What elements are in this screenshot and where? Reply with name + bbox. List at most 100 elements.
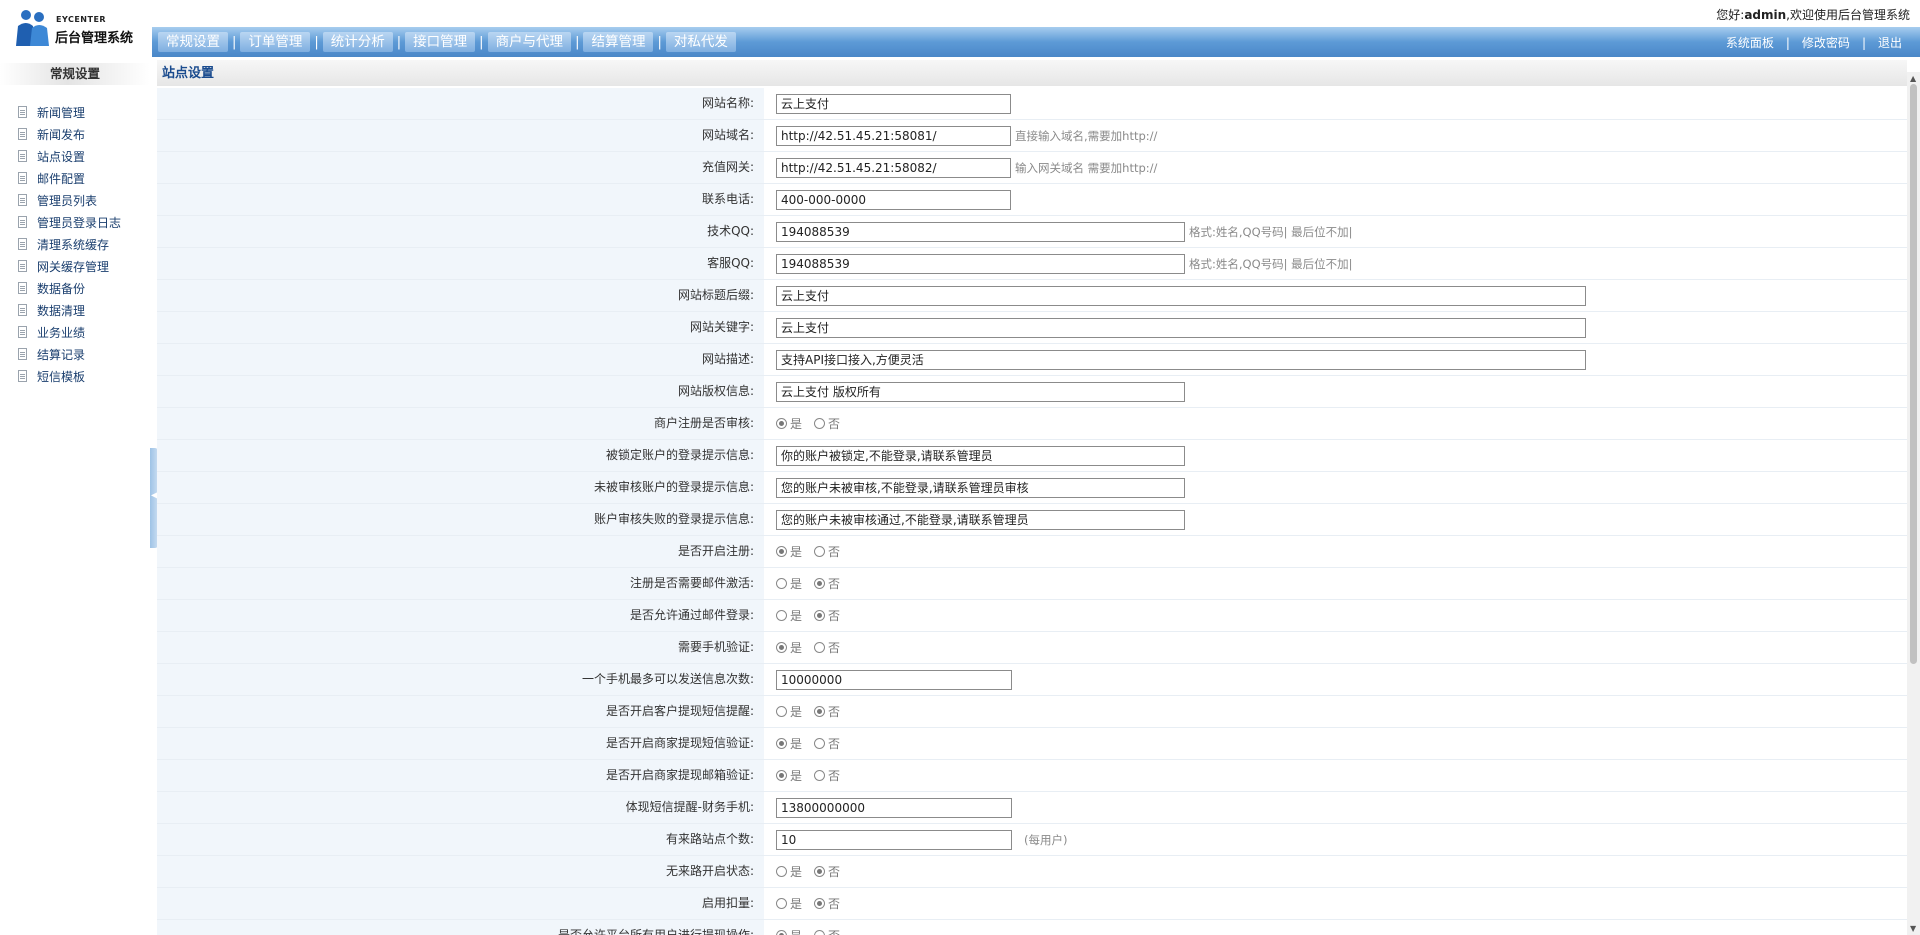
top-menu-item[interactable]: 常规设置 xyxy=(158,32,228,52)
field-value-cell: 格式:姓名,QQ号码| 最后位不加| xyxy=(764,248,1907,279)
text-input[interactable] xyxy=(776,797,1012,818)
radio-option-yes[interactable]: 是 xyxy=(776,863,802,880)
radio-option-yes[interactable]: 是 xyxy=(776,575,802,592)
radio-button-icon[interactable] xyxy=(814,546,826,557)
sidebar-menu: 新闻管理 新闻发布 站点设置邮件配置管理员列表 管理员登录日志 清理系统缓存 网关缓存管理… xyxy=(18,101,121,387)
welcome-prefix: 您好: xyxy=(1716,8,1745,22)
radio-option-no[interactable]: 否 xyxy=(814,767,840,784)
sidebar-item[interactable]: 业务业绩 xyxy=(18,321,121,343)
sidebar-item[interactable]: 管理员登录日志 xyxy=(18,211,121,233)
top-menu-item[interactable]: 订单管理 xyxy=(240,32,311,52)
field-value-cell xyxy=(764,376,1907,407)
text-input[interactable] xyxy=(776,509,1185,530)
radio-option-no[interactable]: 否 xyxy=(814,639,840,656)
field-label: 启用扣量: xyxy=(157,888,764,919)
radio-button-icon[interactable] xyxy=(814,578,826,589)
text-input[interactable] xyxy=(776,349,1586,370)
radio-button-icon[interactable] xyxy=(776,770,787,781)
radio-button-icon[interactable] xyxy=(776,546,787,557)
text-input[interactable] xyxy=(776,189,1011,210)
top-menu-item[interactable]: 对私代发 xyxy=(665,32,736,52)
text-input[interactable] xyxy=(776,445,1185,466)
radio-button-icon[interactable] xyxy=(814,738,826,749)
radio-button-icon[interactable] xyxy=(776,898,787,909)
radio-option-yes[interactable]: 是 xyxy=(776,895,802,912)
menu-separator: | xyxy=(657,34,662,50)
radio-button-icon[interactable] xyxy=(814,770,826,781)
radio-button-icon[interactable] xyxy=(814,930,826,935)
radio-option-yes[interactable]: 是 xyxy=(776,703,802,720)
radio-option-yes[interactable]: 是 xyxy=(776,927,802,935)
radio-option-yes[interactable]: 是 xyxy=(776,639,802,656)
radio-option-no[interactable]: 否 xyxy=(814,543,840,560)
scroll-down-arrow-icon[interactable]: ▼ xyxy=(1910,924,1916,933)
radio-option-yes[interactable]: 是 xyxy=(776,767,802,784)
radio-button-icon[interactable] xyxy=(814,642,826,653)
form-row: 是否开启商家提现邮箱验证: 是否 xyxy=(157,760,1907,792)
radio-option-no[interactable]: 否 xyxy=(814,863,840,880)
radio-button-icon[interactable] xyxy=(814,706,826,717)
text-input[interactable] xyxy=(776,125,1011,146)
form-row: 有来路站点个数: (每用户) xyxy=(157,824,1907,856)
top-menu-item[interactable]: 商户与代理 xyxy=(487,32,572,52)
top-menu-item[interactable]: 结算管理 xyxy=(583,32,654,52)
radio-button-icon[interactable] xyxy=(776,930,787,935)
radio-button-icon[interactable] xyxy=(814,866,826,877)
sidebar-item[interactable]: 清理系统缓存 xyxy=(18,233,121,255)
radio-button-icon[interactable] xyxy=(776,642,787,653)
radio-button-icon[interactable] xyxy=(776,610,787,621)
top-right-link[interactable]: 退出 xyxy=(1878,34,1902,51)
top-right-link[interactable]: 修改密码 xyxy=(1802,34,1850,51)
sidebar-item-label: 邮件配置 xyxy=(37,171,86,186)
radio-option-no[interactable]: 否 xyxy=(814,927,840,935)
sidebar-item[interactable]: 数据清理 xyxy=(18,299,121,321)
top-nav-bar: 常规设置 | 订单管理 | 统计分析 | 接口管理 | 商户与代理 | 结算管理 | 对私代发 系统面板… xyxy=(152,27,1920,57)
field-label: 未被审核账户的登录提示信息: xyxy=(157,472,764,503)
field-label: 体现短信提醒-财务手机: xyxy=(157,792,764,823)
radio-option-no[interactable]: 否 xyxy=(814,415,840,432)
radio-button-icon[interactable] xyxy=(814,418,826,429)
text-input[interactable] xyxy=(776,285,1586,306)
scrollbar-thumb[interactable] xyxy=(1910,84,1917,664)
radio-option-yes[interactable]: 是 xyxy=(776,735,802,752)
radio-button-icon[interactable] xyxy=(776,418,787,429)
sidebar-item[interactable]: 管理员列表 xyxy=(18,189,121,211)
sidebar-item[interactable]: 新闻管理 xyxy=(18,101,121,123)
text-input[interactable] xyxy=(776,93,1011,114)
radio-option-yes[interactable]: 是 xyxy=(776,607,802,624)
text-input[interactable] xyxy=(776,317,1586,338)
radio-option-no[interactable]: 否 xyxy=(814,735,840,752)
radio-button-icon[interactable] xyxy=(814,610,826,621)
text-input[interactable] xyxy=(776,381,1185,402)
top-menu-item[interactable]: 接口管理 xyxy=(405,32,476,52)
text-input[interactable] xyxy=(776,221,1185,242)
text-input[interactable] xyxy=(776,477,1185,498)
vertical-scrollbar[interactable]: ▲ ▼ xyxy=(1907,72,1920,935)
text-input[interactable] xyxy=(776,253,1185,274)
sidebar-item[interactable]: 网关缓存管理 xyxy=(18,255,121,277)
scroll-up-arrow-icon[interactable]: ▲ xyxy=(1910,74,1916,83)
radio-button-icon[interactable] xyxy=(776,706,787,717)
radio-option-no[interactable]: 否 xyxy=(814,703,840,720)
radio-option-yes[interactable]: 是 xyxy=(776,543,802,560)
radio-option-no[interactable]: 否 xyxy=(814,895,840,912)
radio-button-icon[interactable] xyxy=(776,738,787,749)
sidebar-item[interactable]: 短信模板 xyxy=(18,365,121,387)
radio-option-yes[interactable]: 是 xyxy=(776,415,802,432)
radio-option-no[interactable]: 否 xyxy=(814,607,840,624)
text-input[interactable] xyxy=(776,829,1012,850)
radio-label: 否 xyxy=(828,609,841,623)
top-menu-item[interactable]: 统计分析 xyxy=(322,32,393,52)
radio-option-no[interactable]: 否 xyxy=(814,575,840,592)
sidebar-item[interactable]: 邮件配置 xyxy=(18,167,121,189)
sidebar-item[interactable]: 站点设置 xyxy=(18,145,121,167)
sidebar-item[interactable]: 新闻发布 xyxy=(18,123,121,145)
radio-button-icon[interactable] xyxy=(776,866,787,877)
sidebar-item[interactable]: 结算记录 xyxy=(18,343,121,365)
text-input[interactable] xyxy=(776,669,1012,690)
sidebar-item[interactable]: 数据备份 xyxy=(18,277,121,299)
top-right-link[interactable]: 系统面板 xyxy=(1726,34,1774,51)
text-input[interactable] xyxy=(776,157,1011,178)
radio-button-icon[interactable] xyxy=(814,898,826,909)
radio-button-icon[interactable] xyxy=(776,578,787,589)
